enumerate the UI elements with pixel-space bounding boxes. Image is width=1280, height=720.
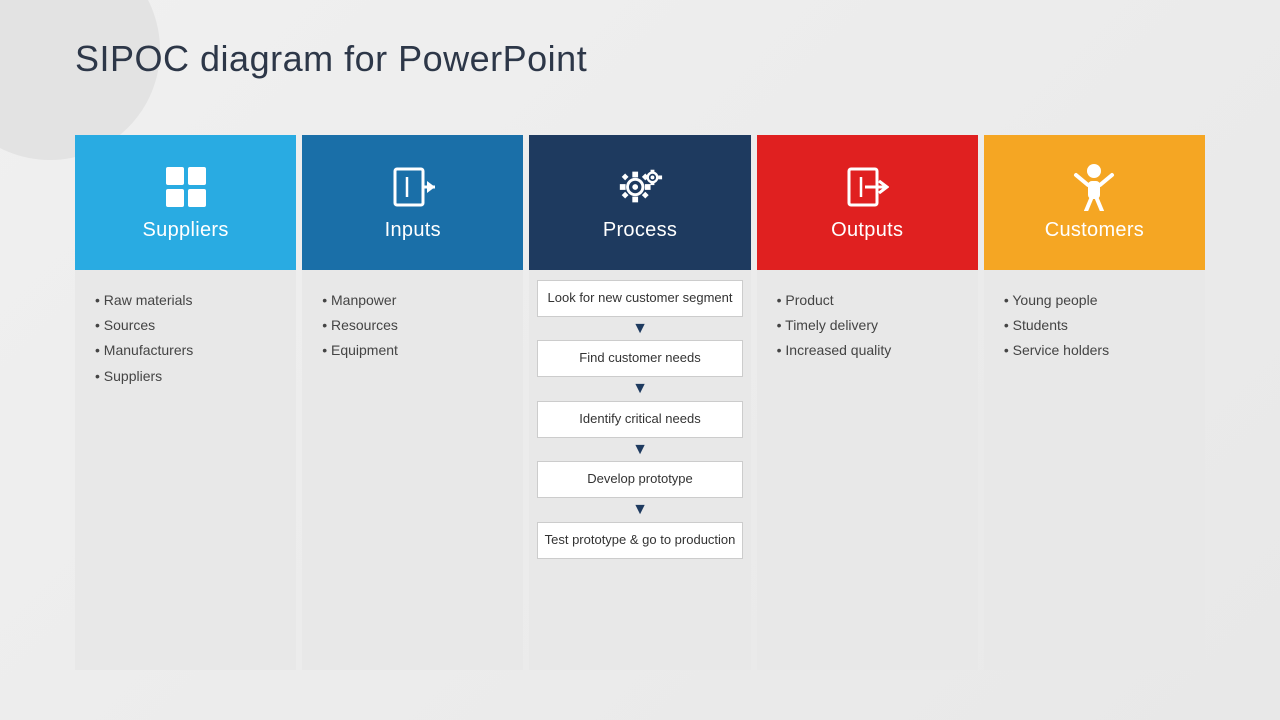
process-label: Process [603, 219, 677, 242]
list-item: Manpower [318, 288, 507, 313]
inputs-header: Inputs [302, 135, 523, 270]
inputs-list: Manpower Resources Equipment [318, 288, 507, 364]
column-suppliers: Suppliers Raw materials Sources Manufact… [75, 135, 296, 670]
grid-icon [162, 163, 210, 211]
arrow-4: ▼ [632, 498, 648, 522]
process-header: Process [529, 135, 750, 270]
column-outputs: Outputs Product Timely delivery Increase… [757, 135, 978, 670]
customers-list: Young people Students Service holders [1000, 288, 1189, 364]
person-icon [1070, 163, 1118, 211]
column-inputs: Inputs Manpower Resources Equipment [302, 135, 523, 670]
page-title: SIPOC diagram for PowerPoint [75, 38, 587, 80]
list-item: Resources [318, 313, 507, 338]
list-item: Timely delivery [773, 313, 962, 338]
arrow-out-icon [843, 163, 891, 211]
customers-label: Customers [1045, 219, 1144, 242]
outputs-body: Product Timely delivery Increased qualit… [757, 270, 978, 670]
arrow-2: ▼ [632, 377, 648, 401]
outputs-label: Outputs [831, 219, 903, 242]
process-step-1: Look for new customer segment [537, 280, 742, 317]
customers-body: Young people Students Service holders [984, 270, 1205, 670]
list-item: Service holders [1000, 338, 1189, 363]
process-step-3: Identify critical needs [537, 401, 742, 438]
process-body: Look for new customer segment ▼ Find cus… [529, 270, 750, 670]
inputs-body: Manpower Resources Equipment [302, 270, 523, 670]
arrow-3: ▼ [632, 438, 648, 462]
list-item: Students [1000, 313, 1189, 338]
list-item: Sources [91, 313, 280, 338]
process-step-4: Develop prototype [537, 461, 742, 498]
list-item: Young people [1000, 288, 1189, 313]
arrow-1: ▼ [632, 317, 648, 341]
gears-icon [616, 163, 664, 211]
arrow-in-icon [389, 163, 437, 211]
suppliers-header: Suppliers [75, 135, 296, 270]
list-item: Product [773, 288, 962, 313]
column-process: Process Look for new customer segment ▼ … [529, 135, 750, 670]
process-step-2: Find customer needs [537, 340, 742, 377]
sipoc-diagram: Suppliers Raw materials Sources Manufact… [72, 135, 1208, 670]
suppliers-list: Raw materials Sources Manufacturers Supp… [91, 288, 280, 389]
customers-header: Customers [984, 135, 1205, 270]
outputs-header: Outputs [757, 135, 978, 270]
inputs-label: Inputs [385, 219, 441, 242]
list-item: Manufacturers [91, 338, 280, 363]
suppliers-label: Suppliers [143, 219, 229, 242]
outputs-list: Product Timely delivery Increased qualit… [773, 288, 962, 364]
list-item: Raw materials [91, 288, 280, 313]
list-item: Increased quality [773, 338, 962, 363]
suppliers-body: Raw materials Sources Manufacturers Supp… [75, 270, 296, 670]
list-item: Equipment [318, 338, 507, 363]
process-step-5: Test prototype & go to production [537, 522, 742, 559]
list-item: Suppliers [91, 364, 280, 389]
column-customers: Customers Young people Students Service … [984, 135, 1205, 670]
